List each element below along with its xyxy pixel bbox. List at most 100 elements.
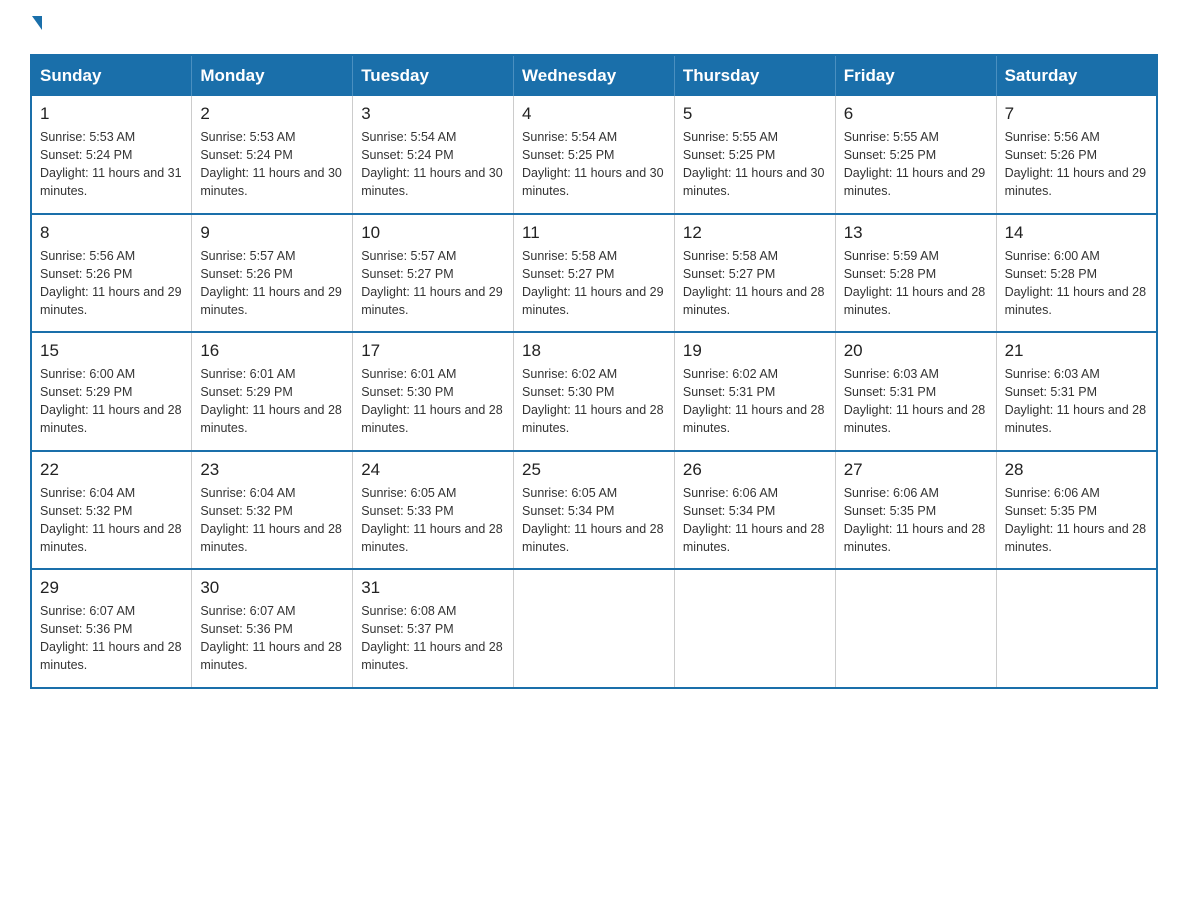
day-info: Sunrise: 6:06 AMSunset: 5:35 PMDaylight:… [844,486,986,554]
day-info: Sunrise: 6:06 AMSunset: 5:35 PMDaylight:… [1005,486,1147,554]
day-info: Sunrise: 5:55 AMSunset: 5:25 PMDaylight:… [683,130,825,198]
day-number: 3 [361,104,505,124]
day-info: Sunrise: 6:00 AMSunset: 5:29 PMDaylight:… [40,367,182,435]
calendar-cell: 8 Sunrise: 5:56 AMSunset: 5:26 PMDayligh… [31,214,192,333]
day-number: 23 [200,460,344,480]
calendar-cell: 18 Sunrise: 6:02 AMSunset: 5:30 PMDaylig… [514,332,675,451]
calendar-cell: 30 Sunrise: 6:07 AMSunset: 5:36 PMDaylig… [192,569,353,688]
calendar-cell: 20 Sunrise: 6:03 AMSunset: 5:31 PMDaylig… [835,332,996,451]
calendar-cell [514,569,675,688]
day-info: Sunrise: 6:06 AMSunset: 5:34 PMDaylight:… [683,486,825,554]
calendar-cell: 5 Sunrise: 5:55 AMSunset: 5:25 PMDayligh… [674,96,835,214]
day-info: Sunrise: 6:07 AMSunset: 5:36 PMDaylight:… [40,604,182,672]
logo-triangle-icon [32,16,42,30]
calendar-cell: 27 Sunrise: 6:06 AMSunset: 5:35 PMDaylig… [835,451,996,570]
calendar-cell: 24 Sunrise: 6:05 AMSunset: 5:33 PMDaylig… [353,451,514,570]
calendar-cell: 13 Sunrise: 5:59 AMSunset: 5:28 PMDaylig… [835,214,996,333]
day-number: 16 [200,341,344,361]
header-saturday: Saturday [996,55,1157,96]
day-info: Sunrise: 5:53 AMSunset: 5:24 PMDaylight:… [200,130,342,198]
day-info: Sunrise: 6:04 AMSunset: 5:32 PMDaylight:… [40,486,182,554]
calendar-cell: 15 Sunrise: 6:00 AMSunset: 5:29 PMDaylig… [31,332,192,451]
calendar-cell: 12 Sunrise: 5:58 AMSunset: 5:27 PMDaylig… [674,214,835,333]
calendar-header-row: SundayMondayTuesdayWednesdayThursdayFrid… [31,55,1157,96]
day-info: Sunrise: 6:05 AMSunset: 5:34 PMDaylight:… [522,486,664,554]
day-number: 8 [40,223,183,243]
day-info: Sunrise: 5:57 AMSunset: 5:27 PMDaylight:… [361,249,503,317]
day-info: Sunrise: 5:58 AMSunset: 5:27 PMDaylight:… [683,249,825,317]
calendar-cell: 26 Sunrise: 6:06 AMSunset: 5:34 PMDaylig… [674,451,835,570]
day-info: Sunrise: 5:57 AMSunset: 5:26 PMDaylight:… [200,249,342,317]
day-info: Sunrise: 5:56 AMSunset: 5:26 PMDaylight:… [40,249,182,317]
day-number: 27 [844,460,988,480]
day-number: 30 [200,578,344,598]
calendar-cell: 16 Sunrise: 6:01 AMSunset: 5:29 PMDaylig… [192,332,353,451]
day-number: 4 [522,104,666,124]
calendar-cell: 10 Sunrise: 5:57 AMSunset: 5:27 PMDaylig… [353,214,514,333]
calendar-cell: 22 Sunrise: 6:04 AMSunset: 5:32 PMDaylig… [31,451,192,570]
calendar-cell: 31 Sunrise: 6:08 AMSunset: 5:37 PMDaylig… [353,569,514,688]
day-number: 18 [522,341,666,361]
day-number: 10 [361,223,505,243]
day-number: 15 [40,341,183,361]
day-info: Sunrise: 6:02 AMSunset: 5:30 PMDaylight:… [522,367,664,435]
header-thursday: Thursday [674,55,835,96]
day-info: Sunrise: 5:55 AMSunset: 5:25 PMDaylight:… [844,130,986,198]
day-number: 11 [522,223,666,243]
day-info: Sunrise: 6:00 AMSunset: 5:28 PMDaylight:… [1005,249,1147,317]
calendar-cell: 28 Sunrise: 6:06 AMSunset: 5:35 PMDaylig… [996,451,1157,570]
day-info: Sunrise: 6:08 AMSunset: 5:37 PMDaylight:… [361,604,503,672]
calendar-week-row: 29 Sunrise: 6:07 AMSunset: 5:36 PMDaylig… [31,569,1157,688]
day-number: 20 [844,341,988,361]
calendar-cell: 19 Sunrise: 6:02 AMSunset: 5:31 PMDaylig… [674,332,835,451]
calendar-cell: 3 Sunrise: 5:54 AMSunset: 5:24 PMDayligh… [353,96,514,214]
header-tuesday: Tuesday [353,55,514,96]
day-info: Sunrise: 6:03 AMSunset: 5:31 PMDaylight:… [844,367,986,435]
header-sunday: Sunday [31,55,192,96]
day-info: Sunrise: 6:01 AMSunset: 5:30 PMDaylight:… [361,367,503,435]
day-number: 19 [683,341,827,361]
day-info: Sunrise: 6:07 AMSunset: 5:36 PMDaylight:… [200,604,342,672]
calendar-cell: 6 Sunrise: 5:55 AMSunset: 5:25 PMDayligh… [835,96,996,214]
day-number: 5 [683,104,827,124]
day-number: 22 [40,460,183,480]
calendar-cell: 1 Sunrise: 5:53 AMSunset: 5:24 PMDayligh… [31,96,192,214]
day-number: 12 [683,223,827,243]
calendar-cell: 21 Sunrise: 6:03 AMSunset: 5:31 PMDaylig… [996,332,1157,451]
header-monday: Monday [192,55,353,96]
day-number: 25 [522,460,666,480]
calendar-cell: 17 Sunrise: 6:01 AMSunset: 5:30 PMDaylig… [353,332,514,451]
day-number: 9 [200,223,344,243]
day-info: Sunrise: 5:59 AMSunset: 5:28 PMDaylight:… [844,249,986,317]
calendar-cell: 23 Sunrise: 6:04 AMSunset: 5:32 PMDaylig… [192,451,353,570]
calendar-cell [835,569,996,688]
day-number: 31 [361,578,505,598]
day-number: 21 [1005,341,1148,361]
day-info: Sunrise: 6:05 AMSunset: 5:33 PMDaylight:… [361,486,503,554]
day-info: Sunrise: 6:03 AMSunset: 5:31 PMDaylight:… [1005,367,1147,435]
header-wednesday: Wednesday [514,55,675,96]
day-info: Sunrise: 6:01 AMSunset: 5:29 PMDaylight:… [200,367,342,435]
calendar-cell: 7 Sunrise: 5:56 AMSunset: 5:26 PMDayligh… [996,96,1157,214]
day-info: Sunrise: 5:58 AMSunset: 5:27 PMDaylight:… [522,249,664,317]
calendar-cell: 25 Sunrise: 6:05 AMSunset: 5:34 PMDaylig… [514,451,675,570]
day-number: 17 [361,341,505,361]
calendar-cell: 9 Sunrise: 5:57 AMSunset: 5:26 PMDayligh… [192,214,353,333]
day-number: 13 [844,223,988,243]
day-info: Sunrise: 5:53 AMSunset: 5:24 PMDaylight:… [40,130,182,198]
day-number: 14 [1005,223,1148,243]
calendar-table: SundayMondayTuesdayWednesdayThursdayFrid… [30,54,1158,689]
calendar-cell: 4 Sunrise: 5:54 AMSunset: 5:25 PMDayligh… [514,96,675,214]
calendar-week-row: 8 Sunrise: 5:56 AMSunset: 5:26 PMDayligh… [31,214,1157,333]
header-friday: Friday [835,55,996,96]
calendar-week-row: 22 Sunrise: 6:04 AMSunset: 5:32 PMDaylig… [31,451,1157,570]
calendar-cell [674,569,835,688]
calendar-cell: 29 Sunrise: 6:07 AMSunset: 5:36 PMDaylig… [31,569,192,688]
calendar-cell [996,569,1157,688]
day-info: Sunrise: 5:56 AMSunset: 5:26 PMDaylight:… [1005,130,1147,198]
day-number: 29 [40,578,183,598]
day-number: 7 [1005,104,1148,124]
day-info: Sunrise: 6:02 AMSunset: 5:31 PMDaylight:… [683,367,825,435]
day-info: Sunrise: 6:04 AMSunset: 5:32 PMDaylight:… [200,486,342,554]
day-number: 26 [683,460,827,480]
